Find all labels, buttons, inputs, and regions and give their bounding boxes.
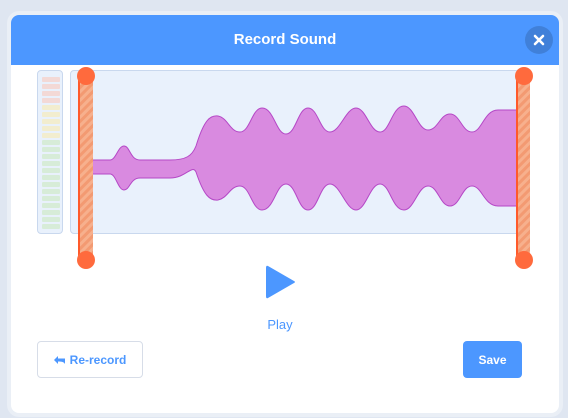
play-label: Play bbox=[267, 317, 293, 332]
waveform-editor bbox=[77, 67, 533, 269]
undo-arrow-icon bbox=[53, 355, 65, 364]
play-button[interactable] bbox=[262, 262, 298, 302]
trim-start-bottom-knob[interactable] bbox=[77, 251, 95, 269]
save-button[interactable]: Save bbox=[463, 341, 522, 378]
waveform bbox=[81, 105, 523, 211]
trim-start-top-knob[interactable] bbox=[77, 67, 95, 85]
trim-end-hatch bbox=[516, 78, 530, 262]
save-label: Save bbox=[478, 352, 507, 367]
rerecord-button[interactable]: Re-record bbox=[37, 341, 143, 378]
trim-start-hatch bbox=[79, 78, 93, 262]
trim-handle-end[interactable] bbox=[515, 67, 533, 269]
trim-handle-start[interactable] bbox=[77, 67, 95, 269]
rerecord-label: Re-record bbox=[69, 352, 127, 367]
play-triangle-icon bbox=[266, 265, 295, 299]
trim-end-bottom-knob[interactable] bbox=[515, 251, 533, 269]
trim-end-top-knob[interactable] bbox=[515, 67, 533, 85]
